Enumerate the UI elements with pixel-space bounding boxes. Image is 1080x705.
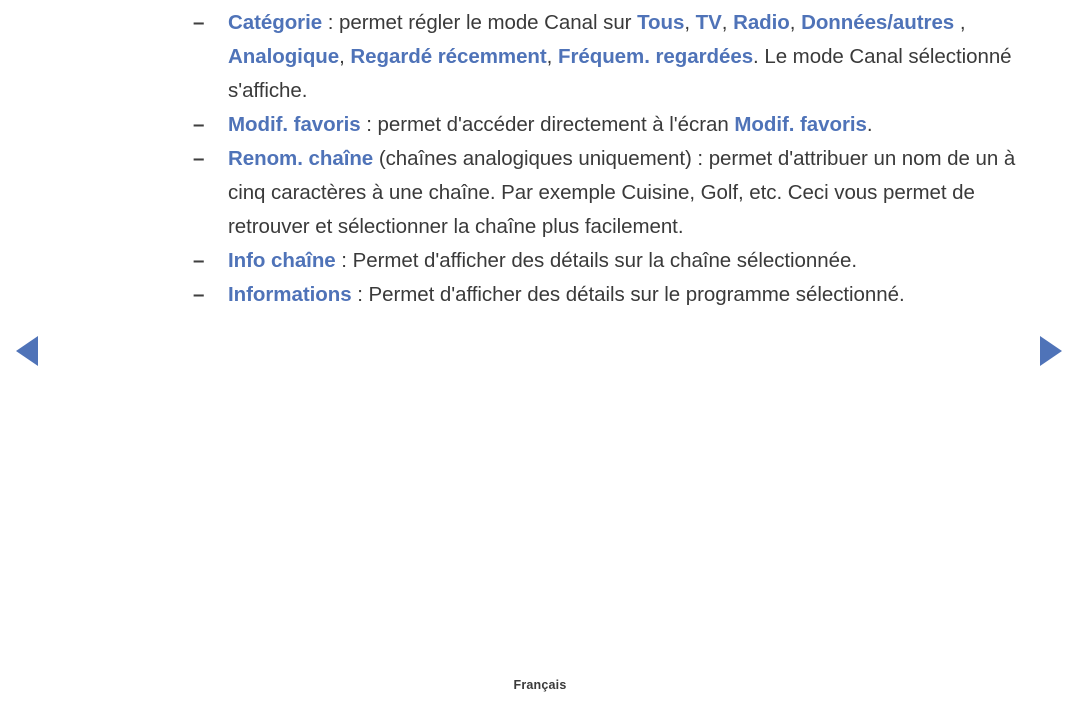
body-text: , [954, 11, 966, 34]
highlighted-term: Radio [733, 11, 790, 34]
bullet-dash-marker: – [193, 249, 205, 272]
bullet-item: – Renom. chaîne (chaînes analogiques uniq… [193, 142, 1033, 244]
bullet-term: Modif. favoris [228, 113, 361, 136]
highlighted-term: Analogique [228, 45, 340, 68]
previous-page-arrow-icon[interactable] [16, 336, 38, 366]
body-text: : permet d'accéder directement à l'écran [360, 113, 735, 136]
highlighted-term: Tous [637, 11, 685, 34]
bullet-dash-marker: – [193, 113, 205, 136]
bullet-term: Catégorie [228, 11, 323, 34]
manual-content: – Catégorie : permet régler le mode Canal… [193, 6, 1033, 312]
highlighted-term: Fréquem. regardées [557, 45, 754, 68]
body-text: : Permet d'afficher des détails sur le p… [351, 283, 905, 306]
highlighted-term: Modif. favoris [734, 113, 867, 136]
highlighted-term: TV [695, 11, 722, 34]
body-text: , [721, 11, 734, 34]
bullet-item: – Catégorie : permet régler le mode Canal… [193, 6, 1033, 108]
body-text: , [684, 11, 696, 34]
body-text: , [546, 45, 558, 68]
body-text: , [789, 11, 802, 34]
next-page-arrow-icon[interactable] [1040, 336, 1062, 366]
bullet-item: – Info chaîne : Permet d'afficher des dét… [193, 244, 1033, 278]
language-footer: Français [513, 678, 567, 692]
bullet-dash-marker: – [193, 11, 205, 34]
body-text: , [339, 45, 351, 68]
bullet-item: – Modif. favoris : permet d'accéder direc… [193, 108, 1033, 142]
bullet-term: Informations [228, 283, 352, 306]
bullet-item: – Informations : Permet d'afficher des dé… [193, 278, 1033, 312]
highlighted-term: Regardé récemment [350, 45, 547, 68]
bullet-term: Info chaîne [228, 249, 336, 272]
bullet-dash-marker: – [193, 283, 205, 306]
body-text: : permet régler le mode Canal sur [322, 11, 638, 34]
bullet-dash-marker: – [193, 147, 205, 170]
body-text: . [866, 113, 873, 136]
body-text: : Permet d'afficher des détails sur la c… [335, 249, 857, 272]
highlighted-term: Données/autres [801, 11, 955, 34]
bullet-term: Renom. chaîne [228, 147, 374, 170]
manual-page: – Catégorie : permet régler le mode Canal… [0, 0, 1080, 705]
